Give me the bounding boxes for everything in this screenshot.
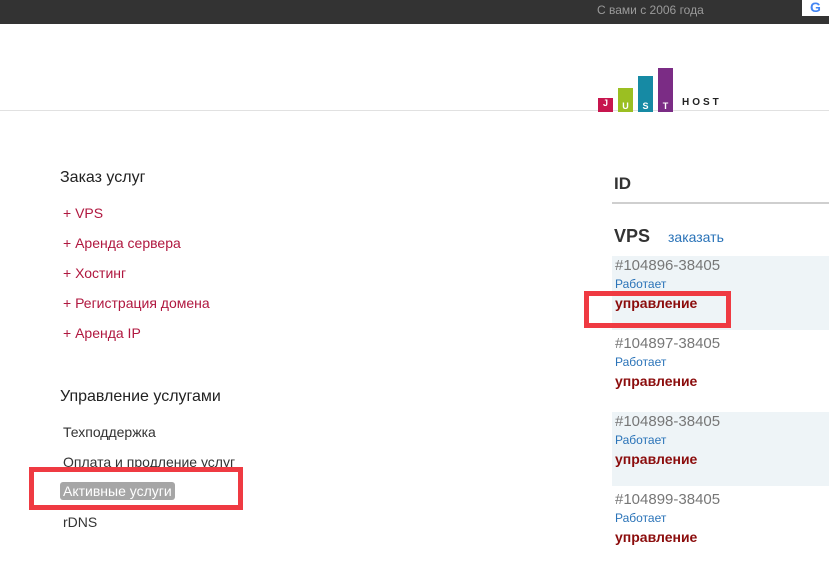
- tagline: С вами с 2006 года: [597, 3, 704, 17]
- manage-link-support[interactable]: Техподдержка: [63, 424, 156, 440]
- justhost-logo[interactable]: J U S T HOST: [598, 67, 738, 112]
- service-row: #104899-38405 Работает управление: [612, 490, 829, 564]
- manage-link-payment[interactable]: Оплата и продление услуг: [63, 454, 235, 468]
- manage-section-title: Управление услугами: [60, 388, 221, 405]
- service-status: Работает: [615, 355, 667, 369]
- logo-letter-s: S: [638, 76, 653, 112]
- logo-letter-u: U: [618, 88, 633, 112]
- service-id: #104899-38405: [615, 491, 721, 508]
- service-manage-link[interactable]: управление: [615, 451, 697, 467]
- site-header: J U S T HOST: [0, 24, 829, 112]
- manage-link-rdns[interactable]: rDNS: [63, 514, 97, 530]
- services-panel: ID VPS заказать #104896-38405 Работает у…: [584, 160, 829, 549]
- vps-group-title: VPS: [614, 226, 651, 246]
- order-vps-link[interactable]: заказать: [668, 229, 724, 245]
- annotation-highlight-active-services: [29, 467, 243, 510]
- order-link-domain[interactable]: + Регистрация домена: [63, 295, 210, 311]
- order-link-ip[interactable]: + Аренда IP: [63, 325, 141, 341]
- service-id: #104897-38405: [615, 335, 721, 352]
- logo-letter-j: J: [598, 98, 613, 112]
- service-row: #104898-38405 Работает управление: [612, 412, 829, 486]
- logo-word: HOST: [682, 97, 722, 108]
- id-column-header: ID: [612, 172, 829, 204]
- top-bar: С вами с 2006 года G: [0, 0, 829, 24]
- service-status: Работает: [615, 511, 667, 525]
- service-row: #104897-38405 Работает управление: [612, 334, 829, 408]
- service-manage-link[interactable]: управление: [615, 373, 697, 389]
- order-link-server-rent[interactable]: + Аренда сервера: [63, 235, 181, 251]
- service-manage-link[interactable]: управление: [615, 529, 697, 545]
- service-id: #104896-38405: [615, 257, 721, 274]
- service-status: Работает: [615, 277, 667, 291]
- annotation-highlight-manage: [584, 291, 731, 328]
- logo-letter-t: T: [658, 68, 673, 112]
- order-section-title: Заказ услуг: [60, 169, 146, 186]
- service-id: #104898-38405: [615, 413, 721, 430]
- order-link-vps[interactable]: + VPS: [63, 205, 103, 221]
- service-status: Работает: [615, 433, 667, 447]
- order-link-hosting[interactable]: + Хостинг: [63, 265, 126, 281]
- google-icon[interactable]: G: [802, 0, 829, 16]
